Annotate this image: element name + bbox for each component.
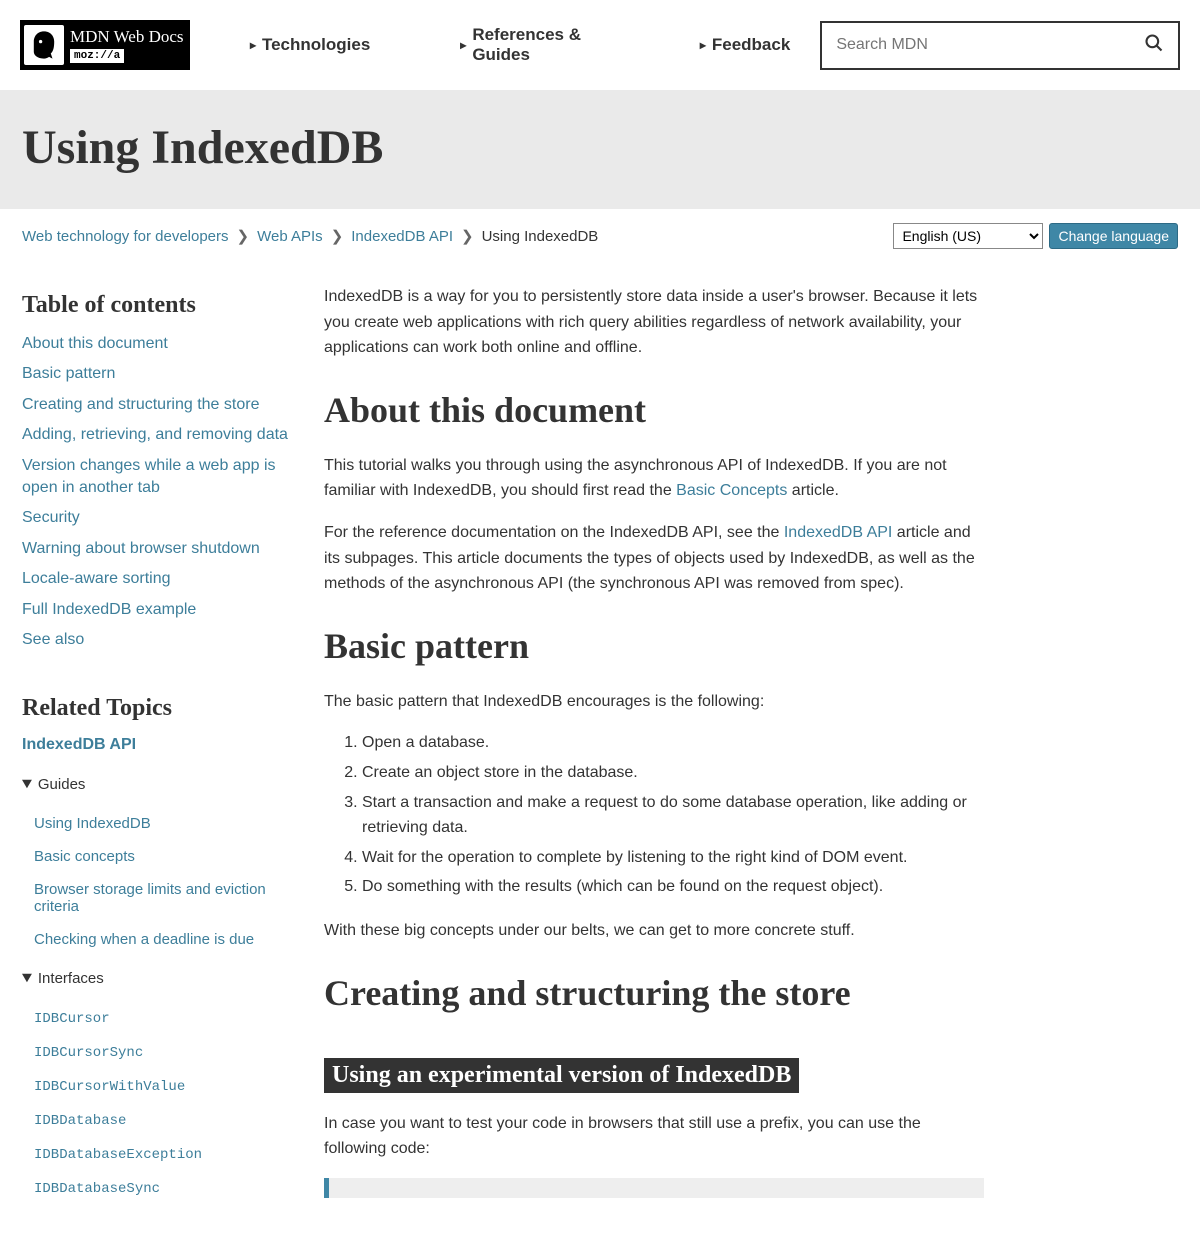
toc-link[interactable]: Version changes while a web app is open … — [22, 457, 276, 496]
toc-list: About this document Basic pattern Creati… — [22, 333, 294, 651]
title-bar: Using IndexedDB — [0, 90, 1200, 209]
crumb-webapis[interactable]: Web APIs — [257, 228, 323, 245]
dino-icon — [24, 25, 64, 65]
toc-link[interactable]: Warning about browser shutdown — [22, 540, 260, 557]
search-box[interactable] — [820, 21, 1180, 70]
guides-section[interactable]: Guides Using IndexedDB Basic concepts Br… — [22, 772, 294, 956]
toc-link[interactable]: Full IndexedDB example — [22, 601, 196, 618]
toc-link[interactable]: See also — [22, 631, 84, 648]
chevron-right-icon: ❯ — [331, 227, 344, 245]
code-block — [324, 1178, 984, 1198]
breadcrumb-row: Web technology for developers ❯ Web APIs… — [0, 209, 1200, 264]
toc-heading: Table of contents — [22, 292, 294, 319]
interface-link[interactable]: IDBCursorWithValue — [34, 1079, 185, 1095]
search-input[interactable] — [836, 36, 1144, 54]
mdn-logo[interactable]: MDN Web Docs moz://a — [20, 20, 190, 70]
language-select[interactable]: English (US) — [893, 223, 1043, 249]
chevron-right-icon: ❯ — [237, 227, 250, 245]
toc-link[interactable]: Creating and structuring the store — [22, 396, 259, 413]
content: Table of contents About this document Ba… — [0, 264, 1200, 1235]
related-heading: Related Topics — [22, 695, 294, 722]
logo-text-main: MDN Web Docs — [70, 27, 184, 47]
chevron-right-icon: ❯ — [461, 227, 474, 245]
guide-link[interactable]: Checking when a deadline is due — [34, 931, 254, 948]
crumb-current: Using IndexedDB — [482, 228, 599, 245]
step-item: Create an object store in the database. — [362, 760, 984, 786]
logo-text-sub: moz://a — [70, 49, 124, 63]
toc-link[interactable]: Basic pattern — [22, 365, 115, 382]
heading-experimental: Using an experimental version of Indexed… — [324, 1058, 799, 1093]
search-icon[interactable] — [1144, 33, 1164, 58]
guides-summary[interactable]: Guides — [22, 772, 294, 797]
interfaces-summary[interactable]: Interfaces — [22, 966, 294, 991]
guide-link[interactable]: Using IndexedDB — [34, 815, 151, 832]
steps-list: Open a database. Create an object store … — [362, 730, 984, 900]
related-main-link[interactable]: IndexedDB API — [22, 736, 136, 753]
toc-link[interactable]: Adding, retrieving, and removing data — [22, 426, 288, 443]
about-p1: This tutorial walks you through using th… — [324, 453, 984, 504]
about-p2: For the reference documentation on the I… — [324, 520, 984, 597]
experimental-p: In case you want to test your code in br… — [324, 1111, 984, 1162]
crumb-indexeddb[interactable]: IndexedDB API — [351, 228, 453, 245]
link-indexeddb-api[interactable]: IndexedDB API — [784, 524, 893, 541]
step-item: Wait for the operation to complete by li… — [362, 845, 984, 871]
interfaces-section[interactable]: Interfaces IDBCursor IDBCursorSync IDBCu… — [22, 966, 294, 1205]
step-item: Do something with the results (which can… — [362, 874, 984, 900]
interface-link[interactable]: IDBCursorSync — [34, 1045, 143, 1061]
interface-link[interactable]: IDBDatabase — [34, 1113, 126, 1129]
article: IndexedDB is a way for you to persistent… — [324, 284, 984, 1215]
interface-link[interactable]: IDBCursor — [34, 1011, 110, 1027]
toc-link[interactable]: Locale-aware sorting — [22, 570, 171, 587]
link-basic-concepts[interactable]: Basic Concepts — [676, 482, 787, 499]
step-item: Open a database. — [362, 730, 984, 756]
related-topics: Related Topics IndexedDB API Guides Usin… — [22, 695, 294, 1205]
nav-technologies[interactable]: Technologies — [250, 25, 370, 65]
change-language-button[interactable]: Change language — [1049, 223, 1178, 249]
page-title: Using IndexedDB — [22, 120, 1178, 175]
interface-link[interactable]: IDBDatabaseException — [34, 1147, 202, 1163]
heading-basic-pattern: Basic pattern — [324, 625, 984, 667]
basic-intro: The basic pattern that IndexedDB encoura… — [324, 689, 984, 715]
toc-link[interactable]: About this document — [22, 335, 168, 352]
toc-link[interactable]: Security — [22, 509, 80, 526]
intro-paragraph: IndexedDB is a way for you to persistent… — [324, 284, 984, 361]
heading-about: About this document — [324, 389, 984, 431]
nav-feedback[interactable]: Feedback — [700, 25, 790, 65]
nav-references[interactable]: References & Guides — [460, 25, 610, 65]
crumb-webtech[interactable]: Web technology for developers — [22, 228, 229, 245]
guide-link[interactable]: Browser storage limits and eviction crit… — [34, 881, 266, 915]
breadcrumb: Web technology for developers ❯ Web APIs… — [22, 227, 598, 245]
language-group: English (US) Change language — [893, 223, 1178, 249]
guide-link[interactable]: Basic concepts — [34, 848, 135, 865]
interface-link[interactable]: IDBDatabaseSync — [34, 1181, 160, 1197]
basic-outro: With these big concepts under our belts,… — [324, 918, 984, 944]
heading-creating: Creating and structuring the store — [324, 972, 984, 1014]
main-nav: Technologies References & Guides Feedbac… — [250, 25, 790, 65]
sidebar: Table of contents About this document Ba… — [22, 284, 294, 1215]
step-item: Start a transaction and make a request t… — [362, 790, 984, 841]
header: MDN Web Docs moz://a Technologies Refere… — [0, 0, 1200, 90]
